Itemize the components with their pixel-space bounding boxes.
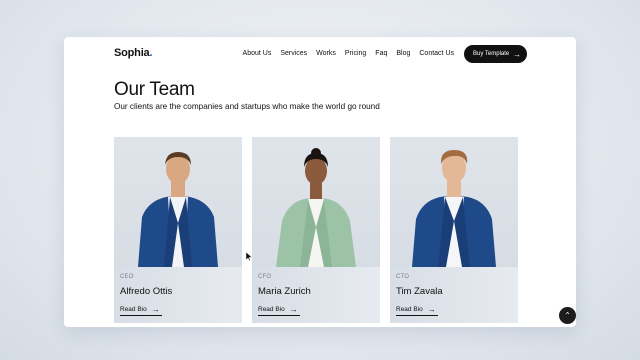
read-bio-label: Read Bio — [120, 306, 147, 313]
read-bio-label: Read Bio — [258, 306, 285, 313]
read-bio-link[interactable]: Read Bio → — [258, 305, 298, 314]
team-card-1: CEO Alfredo Ottis Read Bio → — [114, 137, 242, 323]
team-name: Alfredo Ottis — [120, 286, 173, 297]
read-bio-label: Read Bio — [396, 306, 423, 313]
team-photo-2 — [252, 137, 380, 267]
team-role: CTO — [396, 274, 410, 280]
scroll-to-top-button[interactable]: ⌃ — [559, 307, 576, 324]
team-role: CFO — [258, 274, 272, 280]
nav-menu: About Us Services Works Pricing Faq Blog… — [243, 50, 454, 57]
nav-item-faq[interactable]: Faq — [375, 50, 387, 57]
arrow-right-icon: → — [427, 305, 436, 314]
nav-item-contact-us[interactable]: Contact Us — [419, 50, 454, 57]
nav-item-blog[interactable]: Blog — [396, 50, 410, 57]
brand-logo[interactable]: Sophia. — [114, 47, 153, 59]
arrow-right-icon: → — [513, 49, 521, 59]
buy-template-button[interactable]: Buy Template → — [464, 45, 527, 63]
page-subtitle: Our clients are the companies and startu… — [114, 102, 380, 111]
team-photo-1 — [114, 137, 242, 267]
nav-item-services[interactable]: Services — [280, 50, 307, 57]
page-title: Our Team — [114, 79, 195, 100]
team-card-2: CFO Maria Zurich Read Bio → — [252, 137, 380, 323]
chevron-up-icon: ⌃ — [564, 311, 571, 320]
top-nav: Sophia. About Us Services Works Pricing … — [64, 37, 576, 71]
arrow-right-icon: → — [289, 305, 298, 314]
team-name: Tim Zavala — [396, 286, 443, 297]
team-role: CEO — [120, 274, 134, 280]
link-underline — [120, 315, 162, 316]
arrow-right-icon: → — [151, 305, 160, 314]
team-info-2: CFO Maria Zurich Read Bio → — [252, 267, 380, 323]
team-name: Maria Zurich — [258, 286, 311, 297]
page-frame: Sophia. About Us Services Works Pricing … — [64, 37, 576, 327]
read-bio-link[interactable]: Read Bio → — [396, 305, 436, 314]
nav-item-about-us[interactable]: About Us — [243, 50, 272, 57]
nav-item-pricing[interactable]: Pricing — [345, 50, 366, 57]
mouse-cursor-icon — [246, 252, 252, 261]
team-info-1: CEO Alfredo Ottis Read Bio → — [114, 267, 242, 323]
link-underline — [258, 315, 300, 316]
nav-item-works[interactable]: Works — [316, 50, 336, 57]
link-underline — [396, 315, 438, 316]
team-photo-3 — [390, 137, 518, 267]
buy-template-label: Buy Template — [473, 51, 510, 57]
team-info-3: CTO Tim Zavala Read Bio → — [390, 267, 518, 323]
read-bio-link[interactable]: Read Bio → — [120, 305, 160, 314]
team-card-3: CTO Tim Zavala Read Bio → — [390, 137, 518, 323]
